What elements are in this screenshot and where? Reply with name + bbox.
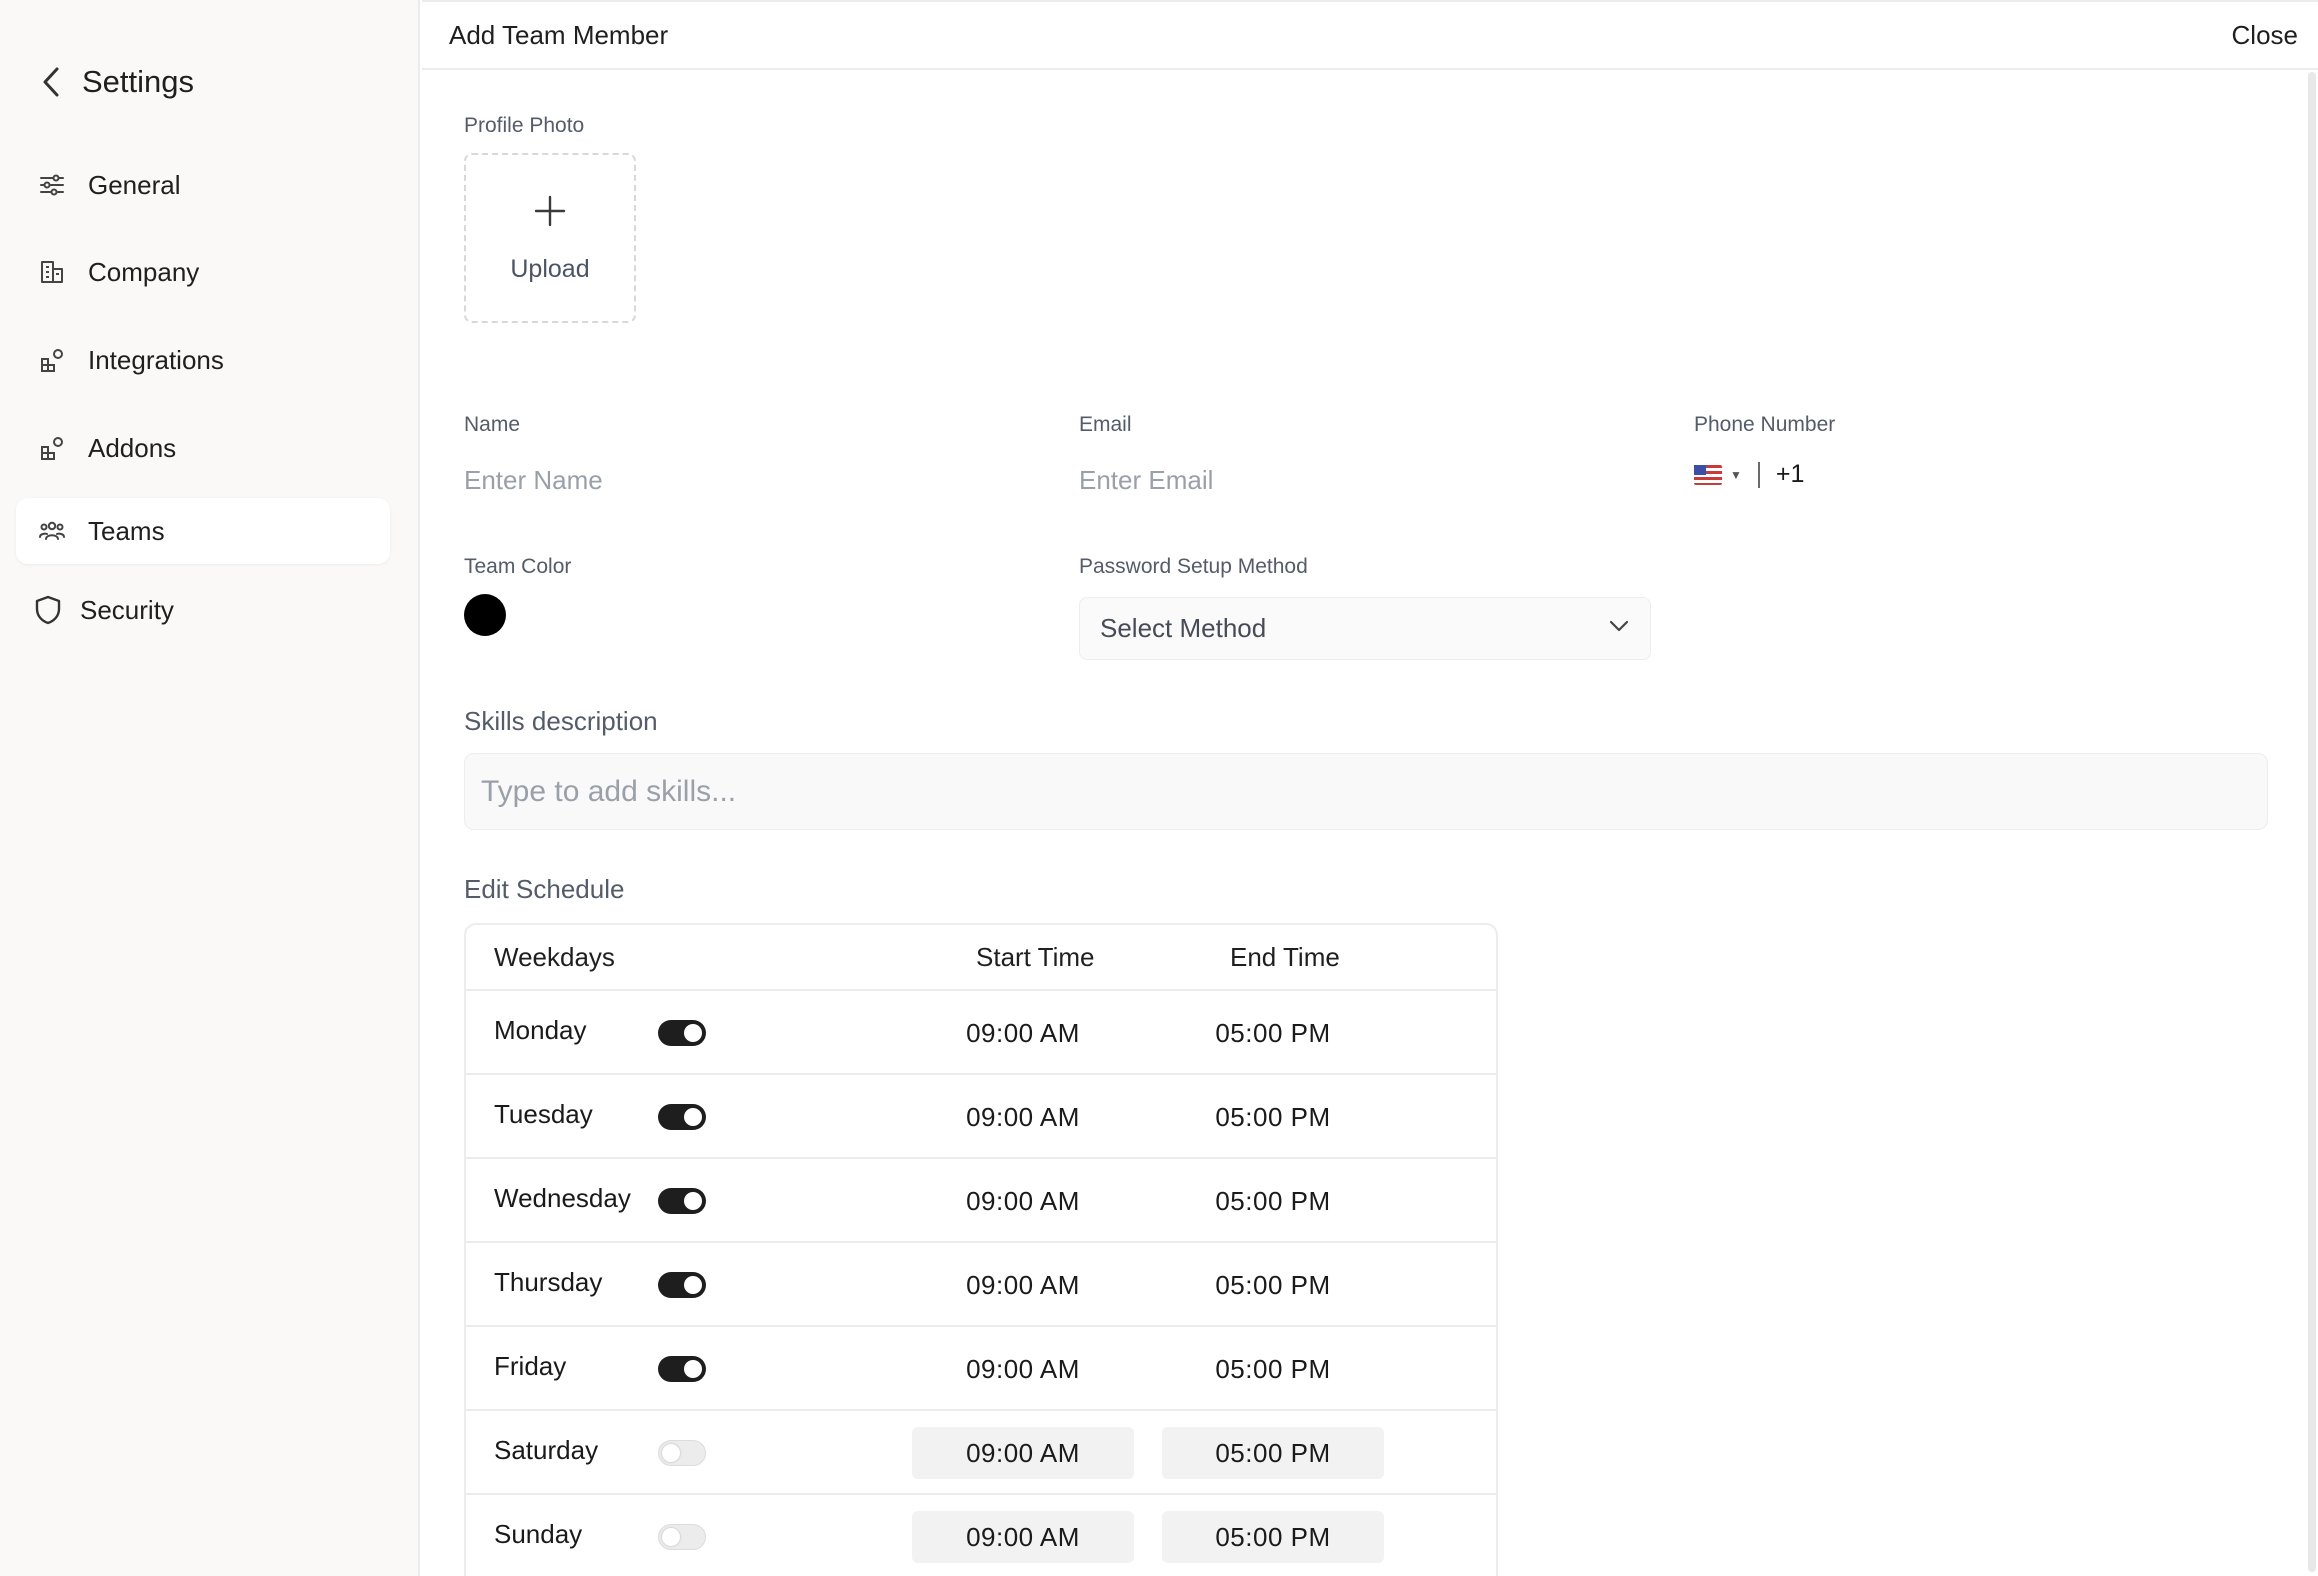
day-toggle[interactable] [658, 1020, 706, 1046]
email-label: Email [1079, 413, 1132, 436]
end-time[interactable]: 05:00 PM [1162, 1427, 1384, 1479]
team-color-label: Team Color [464, 555, 572, 578]
divider [1757, 461, 1760, 488]
name-input[interactable] [464, 458, 1024, 502]
back-arrow-icon[interactable] [36, 62, 66, 102]
sidebar-item-general[interactable]: General [16, 152, 390, 218]
start-time[interactable]: 09:00 AM [912, 1511, 1134, 1563]
day-label: Wednesday [494, 1183, 631, 1213]
end-time[interactable]: 05:00 PM [1162, 1091, 1384, 1143]
team-color-swatch[interactable] [464, 594, 506, 636]
end-time-header: End Time [1230, 942, 1340, 972]
day-label: Friday [494, 1351, 567, 1381]
name-label: Name [464, 413, 521, 436]
schedule-row-monday: Monday 09:00 AM 05:00 PM [466, 991, 1496, 1075]
add-team-member-panel: Add Team Member Close Profile Photo Uplo… [422, 0, 2318, 1576]
day-toggle[interactable] [658, 1356, 706, 1382]
sidebar-item-teams[interactable]: Teams [16, 498, 390, 564]
start-time[interactable]: 09:00 AM [912, 1175, 1134, 1227]
schedule-table: Weekdays Start Time End Time Monday 09:0… [464, 923, 1498, 1576]
schedule-row-friday: Friday 09:00 AM 05:00 PM [466, 1327, 1496, 1411]
plus-icon [533, 193, 567, 233]
shield-icon [32, 594, 64, 626]
sidebar-item-label: Teams [88, 515, 165, 546]
schedule-row-sunday: Sunday 09:00 AM 05:00 PM [466, 1495, 1496, 1576]
day-toggle[interactable] [658, 1524, 706, 1550]
panel-header: Add Team Member Close [422, 0, 2318, 70]
schedule-row-saturday: Saturday 09:00 AM 05:00 PM [466, 1411, 1496, 1495]
day-label: Saturday [494, 1435, 599, 1465]
password-method-select[interactable]: Select Method [1079, 597, 1651, 660]
start-time[interactable]: 09:00 AM [912, 1007, 1134, 1059]
day-label: Monday [494, 1015, 587, 1045]
password-setup-label: Password Setup Method [1079, 555, 1308, 578]
scrollbar[interactable] [2308, 72, 2316, 1572]
schedule-header: Weekdays Start Time End Time [466, 925, 1496, 991]
start-time[interactable]: 09:00 AM [912, 1427, 1134, 1479]
start-time[interactable]: 09:00 AM [912, 1091, 1134, 1143]
sidebar-item-label: Security [80, 594, 174, 625]
email-input[interactable] [1079, 458, 1639, 502]
sidebar-item-integrations[interactable]: Integrations [16, 327, 390, 393]
sliders-icon [36, 169, 68, 201]
end-time[interactable]: 05:00 PM [1162, 1259, 1384, 1311]
phone-label: Phone Number [1694, 413, 1836, 436]
start-time-header: Start Time [976, 942, 1095, 972]
select-value: Select Method [1100, 613, 1267, 643]
day-toggle[interactable] [658, 1104, 706, 1130]
end-time[interactable]: 05:00 PM [1162, 1007, 1384, 1059]
sidebar-header: Settings [36, 62, 194, 102]
sidebar-item-label: Integrations [88, 344, 224, 375]
settings-sidebar: Settings General Company Integrations Ad… [0, 0, 420, 1576]
skills-input[interactable] [464, 753, 2268, 830]
sidebar-item-label: Addons [88, 432, 177, 463]
phone-input[interactable]: ▼ +1 [1694, 460, 1804, 489]
upload-label: Upload [510, 254, 590, 283]
skills-label: Skills description [464, 706, 658, 736]
start-time[interactable]: 09:00 AM [912, 1259, 1134, 1311]
schedule-row-tuesday: Tuesday 09:00 AM 05:00 PM [466, 1075, 1496, 1159]
end-time[interactable]: 05:00 PM [1162, 1343, 1384, 1395]
end-time[interactable]: 05:00 PM [1162, 1175, 1384, 1227]
sidebar-item-addons[interactable]: Addons [16, 415, 390, 481]
day-label: Sunday [494, 1519, 583, 1549]
dial-code: +1 [1775, 460, 1805, 488]
weekdays-header: Weekdays [494, 942, 615, 972]
end-time[interactable]: 05:00 PM [1162, 1511, 1384, 1563]
upload-photo-button[interactable]: Upload [464, 153, 636, 323]
sidebar-item-label: General [88, 169, 181, 200]
sidebar-item-label: Company [88, 256, 200, 287]
day-toggle[interactable] [658, 1440, 706, 1466]
day-toggle[interactable] [658, 1188, 706, 1214]
sidebar-item-security[interactable]: Security [16, 577, 390, 643]
caret-down-icon[interactable]: ▼ [1730, 468, 1742, 482]
us-flag-icon[interactable] [1694, 464, 1722, 485]
schedule-row-thursday: Thursday 09:00 AM 05:00 PM [466, 1243, 1496, 1327]
start-time[interactable]: 09:00 AM [912, 1343, 1134, 1395]
day-label: Tuesday [494, 1099, 593, 1129]
schedule-row-wednesday: Wednesday 09:00 AM 05:00 PM [466, 1159, 1496, 1243]
sidebar-title: Settings [82, 64, 195, 99]
sidebar-item-company[interactable]: Company [16, 239, 390, 305]
chevron-down-icon [1608, 619, 1630, 638]
day-toggle[interactable] [658, 1272, 706, 1298]
edit-schedule-label: Edit Schedule [464, 874, 625, 904]
addons-icon [36, 432, 68, 464]
profile-photo-label: Profile Photo [464, 114, 585, 137]
day-label: Thursday [494, 1267, 603, 1297]
team-icon [36, 515, 68, 547]
integrations-icon [36, 344, 68, 376]
close-button[interactable]: Close [2232, 20, 2298, 51]
panel-title: Add Team Member [449, 20, 669, 50]
building-icon [36, 256, 68, 288]
